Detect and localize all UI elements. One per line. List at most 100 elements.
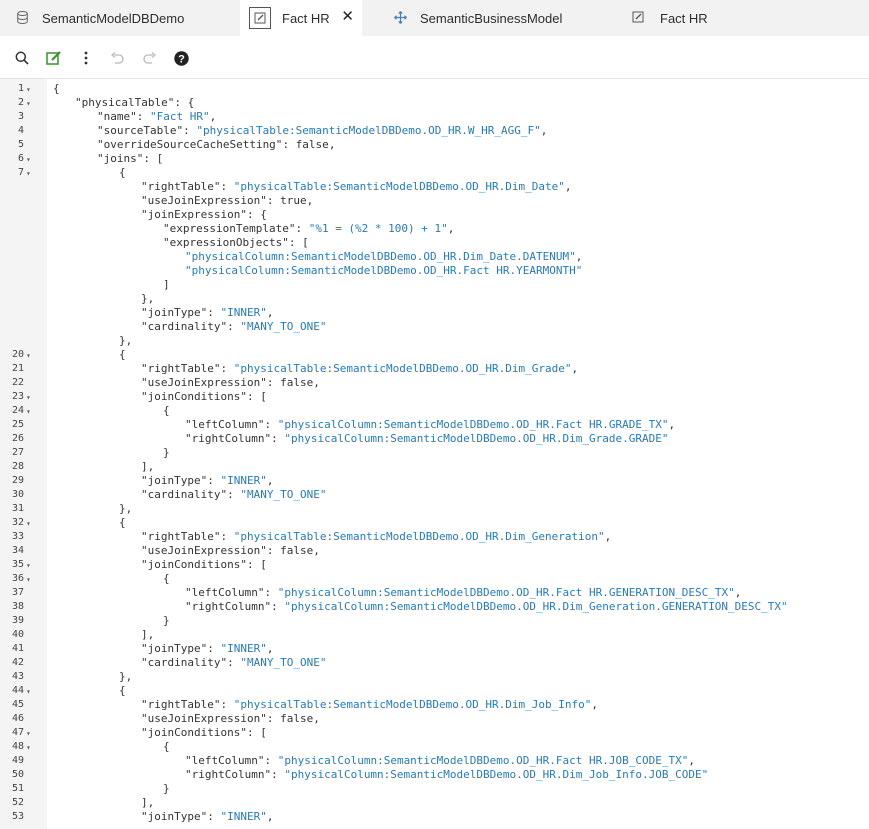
string-token: "physicalColumn:SemanticModelDBDemo.OD_H…: [185, 264, 583, 277]
code-token: ,: [328, 138, 336, 151]
string-token: "physicalColumn:SemanticModelDBDemo.OD_H…: [284, 432, 669, 445]
code-token: "cardinality": [141, 656, 228, 669]
code-token: :: [266, 712, 281, 725]
fold-toggle-icon[interactable]: ▾: [26, 83, 31, 97]
code-token: "rightColumn": [185, 600, 272, 613]
code-token: ,: [313, 376, 320, 389]
code-text: "joins": [: [97, 152, 163, 166]
line-number: 5: [17, 139, 24, 150]
line-number: 53: [11, 811, 24, 822]
line-number: 44: [11, 685, 24, 696]
code-token: :: [220, 698, 234, 711]
redo-icon[interactable]: [142, 50, 158, 66]
edit-icon[interactable]: [46, 50, 62, 66]
tab-semantic-business-model[interactable]: SemanticBusinessModel: [362, 0, 610, 36]
code-token: {: [119, 684, 126, 697]
fold-toggle-icon[interactable]: ▾: [26, 517, 31, 531]
string-token: "physicalColumn:SemanticModelDBDemo.OD_H…: [185, 250, 576, 263]
code-text: "overrideSourceCacheSetting": false,: [97, 138, 335, 152]
code-token: :: [207, 810, 221, 823]
line-number: 27: [11, 447, 24, 458]
string-token: "MANY_TO_ONE": [240, 320, 327, 333]
code-token: "rightColumn": [185, 432, 272, 445]
undo-icon[interactable]: [109, 50, 125, 66]
fold-toggle-icon[interactable]: ▾: [26, 153, 31, 167]
code-text: "joinExpression": {: [141, 208, 267, 222]
code-text: "leftColumn": "physicalColumn:SemanticMo…: [185, 418, 675, 432]
code-token: ,: [571, 362, 579, 375]
fold-toggle-icon[interactable]: ▾: [26, 167, 31, 181]
line-number: 23: [11, 391, 24, 402]
search-icon[interactable]: [14, 50, 30, 66]
code-token: :: [207, 642, 221, 655]
code-token: "rightTable": [141, 530, 221, 543]
code-token: "useJoinExpression": [141, 544, 267, 557]
code-token: ,: [313, 712, 320, 725]
code-line: "joinType": "INNER",: [0, 306, 869, 320]
code-token: },: [119, 334, 133, 347]
code-token: :: [266, 194, 281, 207]
help-icon[interactable]: ?: [173, 50, 189, 66]
code-line: 26 "rightColumn": "physicalColumn:Semanti…: [0, 432, 869, 446]
fold-toggle-icon[interactable]: ▾: [26, 405, 31, 419]
line-number: 46: [11, 713, 24, 724]
fold-toggle-icon[interactable]: ▾: [26, 573, 31, 587]
code-line: 25 "leftColumn": "physicalColumn:Semantic…: [0, 418, 869, 432]
code-token: ,: [266, 810, 274, 823]
line-number: 39: [11, 615, 24, 626]
code-line: 29 "joinType": "INNER",: [0, 474, 869, 488]
more-vertical-icon[interactable]: [78, 50, 94, 66]
line-number: 37: [11, 587, 24, 598]
code-line: "cardinality": "MANY_TO_ONE": [0, 320, 869, 334]
code-token: ,: [313, 544, 320, 557]
code-editor[interactable]: 1 ▾{2 ▾ "physicalTable": {3 "name": "Fact HR…: [0, 79, 869, 829]
string-token: "INNER": [220, 306, 267, 319]
code-text: },: [119, 502, 132, 516]
fold-toggle-icon[interactable]: ▾: [26, 685, 31, 699]
code-token: "cardinality": [141, 320, 228, 333]
string-token: "INNER": [220, 642, 267, 655]
fold-toggle-icon[interactable]: ▾: [26, 741, 31, 755]
tab-semantic-model-db-demo[interactable]: SemanticModelDBDemo: [0, 0, 240, 36]
code-text: }: [163, 614, 170, 628]
code-text: {: [119, 516, 126, 530]
code-token: : [: [143, 152, 164, 165]
code-token: },: [119, 670, 133, 683]
string-token: "INNER": [220, 474, 267, 487]
tab-label: Fact HR: [282, 10, 330, 26]
line-number: 4: [17, 125, 24, 136]
code-line: 48 ▾ {: [0, 740, 869, 754]
fold-toggle-icon[interactable]: ▾: [26, 349, 31, 363]
database-icon: [17, 11, 28, 24]
fold-toggle-icon[interactable]: ▾: [26, 559, 31, 573]
code-text: "rightColumn": "physicalColumn:SemanticM…: [185, 432, 668, 446]
fold-toggle-icon[interactable]: ▾: [26, 97, 31, 111]
code-line: 42 "cardinality": "MANY_TO_ONE": [0, 656, 869, 670]
code-text: "joinType": "INNER",: [141, 642, 273, 656]
string-token: "MANY_TO_ONE": [240, 488, 327, 501]
code-token: "rightTable": [141, 698, 221, 711]
code-text: "joinType": "INNER",: [141, 474, 273, 488]
line-number: 40: [11, 629, 24, 640]
code-token: "physicalTable": [75, 96, 175, 109]
code-line: 21 "rightTable": "physicalTable:SemanticM…: [0, 362, 869, 376]
code-text: }: [163, 782, 170, 796]
code-line: 24 ▾ {: [0, 404, 869, 418]
code-text: ]: [163, 278, 170, 292]
tab-fact-hr-active[interactable]: Fact HR ✕: [240, 0, 362, 36]
code-text: "rightTable": "physicalTable:SemanticMod…: [141, 530, 611, 544]
code-line: "expressionTemplate": "%1 = (%2 * 100) +…: [0, 222, 869, 236]
code-token: }: [163, 782, 170, 795]
fold-toggle-icon[interactable]: ▾: [26, 727, 31, 741]
line-number: 32: [11, 517, 24, 528]
tab-fact-hr[interactable]: Fact HR: [610, 0, 869, 36]
code-token: false: [280, 544, 314, 557]
fold-toggle-icon[interactable]: ▾: [26, 391, 31, 405]
close-tab-icon[interactable]: ✕: [341, 9, 354, 25]
code-token: :: [227, 488, 241, 501]
code-line: 1 ▾ {: [0, 82, 869, 96]
code-token: :: [207, 474, 221, 487]
code-text: "joinType": "INNER",: [141, 810, 273, 824]
code-line: },: [0, 334, 869, 348]
line-number: 45: [11, 699, 24, 710]
